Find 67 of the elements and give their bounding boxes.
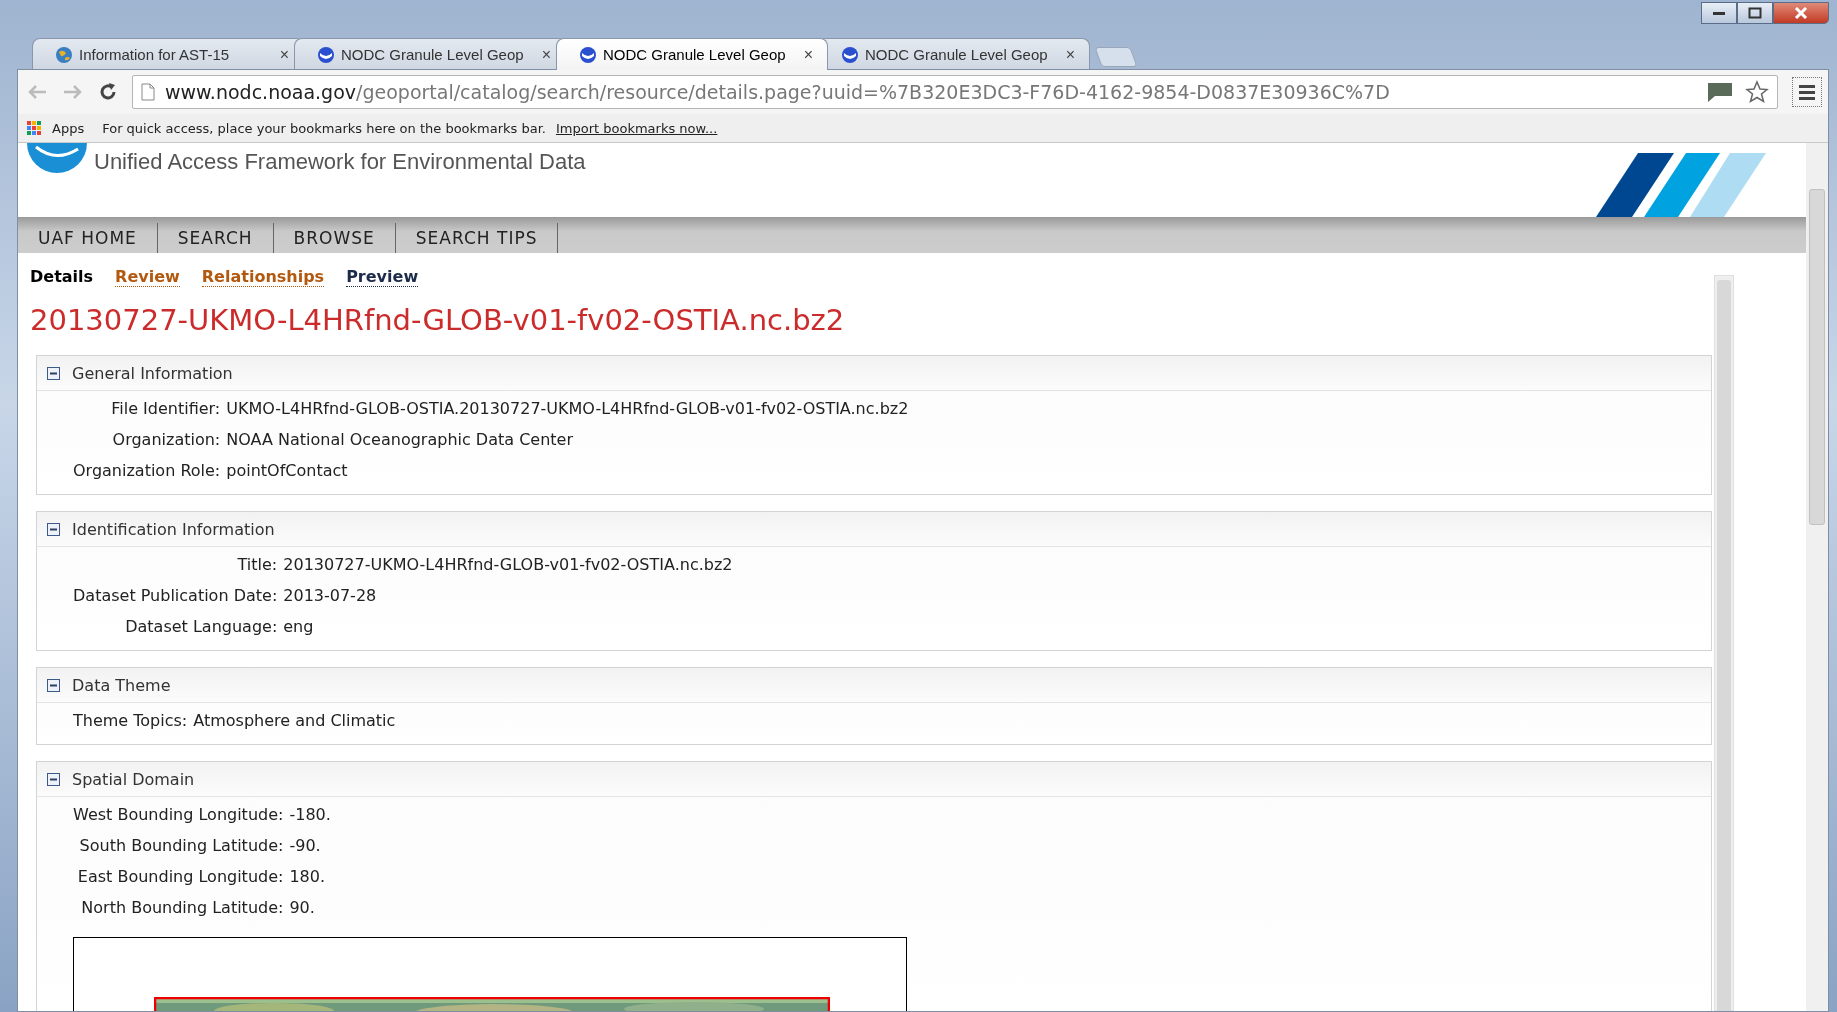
close-tab-button[interactable]: × (803, 45, 813, 64)
record-title: 20130727-UKMO-L4HRfnd-GLOB-v01-fv02-OSTIA.nc.bz2 (30, 303, 846, 337)
field-value: 20130727-UKMO-L4HRfnd-GLOB-v01-fv02-OSTIA.nc.bz2 (283, 555, 734, 574)
scrollbar[interactable] (1714, 275, 1734, 1011)
field-label: Organization: (111, 430, 221, 449)
section-heading: Spatial Domain (72, 769, 195, 789)
field-value: UKMO-L4HRfnd-GLOB-OSTIA.20130727-UKMO-L4HRfnd-GLOB-v01-fv02-OSTIA.nc.bz2 (226, 399, 910, 418)
flag-icon[interactable] (1705, 80, 1735, 104)
reload-icon[interactable] (98, 82, 118, 102)
star-icon[interactable] (1745, 80, 1769, 104)
collapse-icon[interactable] (47, 522, 60, 536)
subtab-link[interactable]: Relationships (201, 267, 325, 287)
field-label: North Bounding Latitude: (80, 898, 284, 917)
import-bookmarks-link[interactable]: Import bookmarks now... (556, 120, 718, 136)
nav-link[interactable]: UAF HOME (18, 223, 158, 253)
field-label: Dataset Language: (124, 617, 278, 636)
minimize-icon (1712, 10, 1726, 16)
close-tab-button[interactable]: × (279, 45, 289, 64)
field-value: 90. (289, 898, 316, 917)
field-value: 180. (289, 867, 327, 886)
menu-icon[interactable] (1792, 77, 1822, 107)
seagull-logo-icon (579, 45, 597, 64)
scrollbar[interactable] (1806, 143, 1828, 1011)
field-value: eng (283, 617, 315, 636)
subtab-link[interactable]: Details (30, 267, 94, 287)
field-label: Theme Topics: (73, 711, 188, 730)
field-value: Atmosphere and Climatic (193, 711, 397, 730)
nav-link[interactable]: SEARCH (157, 223, 274, 253)
field-value: -180. (289, 805, 332, 824)
maximize-button[interactable] (1737, 2, 1773, 24)
address-bar[interactable]: www.nodc.noaa.gov/geoportal/catalog/search/resource/details.page?uuid=%7B320E3DC3-F76D-4162-9854-D0837E30936C%7D (132, 75, 1778, 109)
bookmarks-message: For quick access, place your bookmarks here on the bookmarks bar. (102, 120, 546, 136)
collapse-icon[interactable] (47, 678, 60, 692)
site-subtitle: Unified Access Framework for Environmental Data (94, 149, 586, 175)
page-icon (141, 83, 155, 101)
apps-grid-icon[interactable] (26, 120, 42, 136)
close-button[interactable] (1773, 2, 1829, 24)
minimize-button[interactable] (1701, 2, 1737, 24)
apps-link[interactable]: Apps (52, 120, 85, 136)
browser-tab[interactable]: NODC Granule Level Geop × (556, 38, 828, 70)
field-value: 2013-07-28 (283, 586, 378, 605)
seagull-logo-icon (841, 45, 859, 64)
section-heading: Data Theme (72, 675, 171, 695)
subtab-link[interactable]: Review (115, 267, 180, 287)
field-label: East Bounding Longitude: (76, 867, 284, 886)
subtab-link[interactable]: Preview (346, 267, 419, 287)
maximize-icon (1748, 7, 1762, 19)
close-tab-button[interactable]: × (1065, 45, 1075, 64)
close-tab-button[interactable]: × (541, 45, 551, 64)
nav-link[interactable]: BROWSE (273, 223, 396, 253)
field-label: Title: (236, 555, 278, 574)
seagull-logo-icon (317, 45, 335, 64)
section-heading: Identification Information (72, 519, 275, 539)
collapse-icon[interactable] (47, 772, 60, 786)
field-value: pointOfContact (226, 461, 349, 480)
nav-link[interactable]: SEARCH TIPS (395, 223, 559, 253)
field-label: Organization Role: (73, 461, 221, 480)
globe-icon (55, 45, 73, 64)
field-label: West Bounding Longitude: (73, 805, 284, 824)
field-value: -90. (289, 836, 322, 855)
section-heading: General Information (72, 363, 233, 383)
field-label: Dataset Publication Date: (73, 586, 278, 605)
collapse-icon[interactable] (47, 366, 60, 380)
field-label: South Bounding Latitude: (78, 836, 284, 855)
close-icon (1793, 7, 1809, 19)
field-value: NOAA National Oceanographic Data Center (226, 430, 574, 449)
field-label: File Identifier: (110, 399, 221, 418)
